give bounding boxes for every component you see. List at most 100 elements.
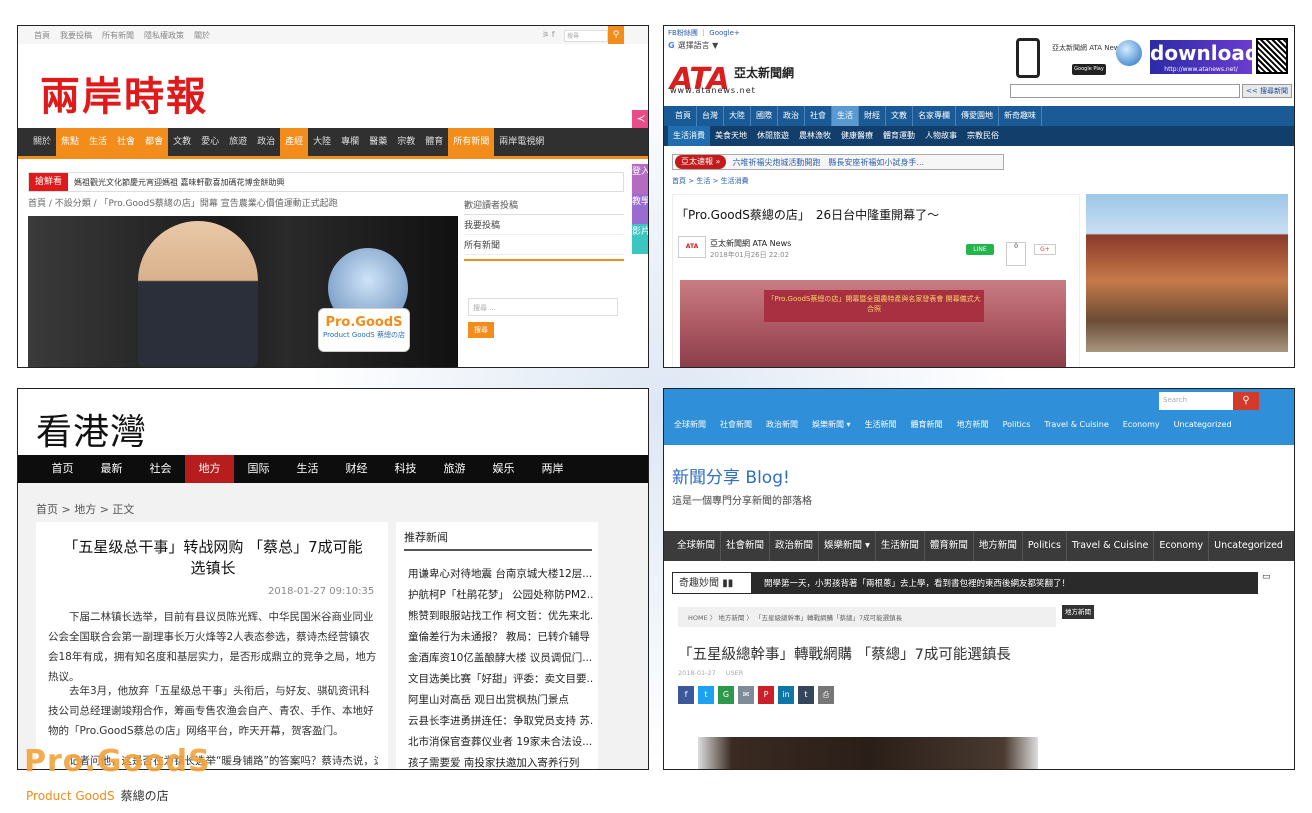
nav-item[interactable]: 政治 <box>252 128 280 156</box>
nav-item[interactable]: 所有新聞 <box>448 128 495 156</box>
subnav-item[interactable]: 健康醫療 <box>836 126 878 146</box>
share-icon[interactable]: ≺ <box>632 110 648 128</box>
sidebar-news-item[interactable]: 阿里山对高岳 观日出赏枫热门景点 <box>408 692 594 707</box>
nav-item[interactable]: 台灣 <box>697 106 724 126</box>
line-share-button[interactable]: LINE <box>966 244 994 255</box>
nav-item[interactable]: 娱乐 <box>479 455 528 483</box>
nav-item[interactable]: 社會 <box>805 106 832 126</box>
sidebar-search-button[interactable]: 搜尋 <box>468 322 494 338</box>
nav-item[interactable]: 關於 <box>28 128 56 156</box>
nav-item[interactable]: 體育 <box>420 128 448 156</box>
nav-item[interactable]: 兩岸電視網 <box>494 128 549 156</box>
top-nav-item[interactable]: Travel & Cuisine <box>1044 420 1108 429</box>
nav-item[interactable]: 最新 <box>87 455 136 483</box>
nav-item[interactable]: 都會 <box>140 128 169 156</box>
nav-item[interactable]: 旅游 <box>430 455 479 483</box>
google-translate[interactable]: G 選擇語言 ▼ <box>668 40 718 51</box>
google-icon[interactable]: G <box>718 686 734 704</box>
nav-item[interactable]: 名家專欄 <box>913 106 956 126</box>
top-nav-item[interactable]: 生活新聞 <box>865 419 897 430</box>
search-icon[interactable]: ⚲ <box>608 26 624 44</box>
pinterest-icon[interactable]: P <box>758 686 774 704</box>
nav-item[interactable]: 旅遊 <box>224 128 252 156</box>
top-link-home[interactable]: 首頁 <box>34 30 50 41</box>
top-link-all-news[interactable]: 所有新聞 <box>102 30 134 41</box>
email-icon[interactable]: ✉ <box>738 686 754 704</box>
top-nav-item[interactable]: 社會新聞 <box>720 419 752 430</box>
ticker-text[interactable]: 開學第一天，小男孩背著「兩根蔥」去上學，看到書包裡的東西後網友都笑翻了！ <box>752 577 1070 589</box>
site-logo[interactable]: 兩岸時報 <box>40 64 208 122</box>
top-nav-item[interactable]: 地方新聞 <box>957 419 989 430</box>
top-link-submit[interactable]: 我要投稿 <box>60 30 92 41</box>
breaking-text[interactable]: 六堆祈福尖炮城活動開跑 縣長安座祈福如小試身手... <box>732 157 924 168</box>
nav-item[interactable]: 生活 <box>84 128 113 156</box>
nav-item[interactable]: 社會 <box>112 128 141 156</box>
ticker-text[interactable]: 媽祖觀光文化節慶元宵迎媽祖 嘉味軒歡喜加碼花博金餅助興 <box>68 177 285 188</box>
nav-item-active[interactable]: 地方 <box>185 455 234 483</box>
top-nav-item[interactable]: Politics <box>1003 420 1031 429</box>
blog-title[interactable]: 新聞分享 Blog! <box>672 463 790 488</box>
nav-item[interactable]: Uncategorized <box>1209 531 1288 561</box>
side-tab-login[interactable]: 登入 <box>632 164 648 194</box>
nav-item[interactable]: 傳愛園地 <box>956 106 999 126</box>
nav-item[interactable]: 文教 <box>886 106 913 126</box>
top-nav-item[interactable]: 全球新聞 <box>674 419 706 430</box>
subnav-item[interactable]: 農林漁牧 <box>794 126 836 146</box>
sidebar-news-item[interactable]: 云县长李进勇拼连任：争取党员支持 苏... <box>408 713 594 728</box>
nav-item[interactable]: 社會新聞 <box>721 531 771 561</box>
nav-item[interactable]: 全球新聞 <box>672 531 722 561</box>
nav-item[interactable]: 政治新聞 <box>770 531 820 561</box>
subnav-item[interactable]: 人物故事 <box>920 126 962 146</box>
print-icon[interactable]: ⎙ <box>818 686 834 704</box>
subnav-item[interactable]: 休閒旅遊 <box>752 126 794 146</box>
nav-item[interactable]: 大陸 <box>308 128 336 156</box>
subnav-item[interactable]: 美食天地 <box>710 126 752 146</box>
nav-item[interactable]: 地方新聞 <box>974 531 1023 561</box>
folder-icon[interactable]: ▭ <box>1262 572 1276 588</box>
nav-item[interactable]: Politics <box>1023 531 1067 561</box>
top-link-privacy[interactable]: 隱私權政策 <box>144 30 184 41</box>
sidebar-search-input[interactable]: 搜尋 ... <box>468 298 618 316</box>
google-play-badge[interactable]: Google Play <box>1072 64 1106 75</box>
top-nav-item[interactable]: 娛樂新聞 ▾ <box>812 419 851 430</box>
sidebar-news-item[interactable]: 文目选美比赛「好甜」评委：卖文目要... <box>408 671 594 686</box>
search-icon[interactable]: ⚲ <box>1233 392 1259 410</box>
sidebar-news-item[interactable]: 北市消保官查葬仪业者 19家未合法设... <box>408 734 594 749</box>
nav-item[interactable]: 两岸 <box>528 455 577 483</box>
sidebar-link-submit[interactable]: 我要投稿 <box>464 215 624 235</box>
sidebar-news-item[interactable]: 金酒库资10亿盖酿酵大楼 议员调侃门... <box>408 650 594 665</box>
nav-item[interactable]: 體育新聞 <box>925 531 974 561</box>
side-photo-temple[interactable] <box>1086 194 1288 352</box>
top-nav-item[interactable]: Economy <box>1123 420 1160 429</box>
top-nav-item[interactable]: 體育新聞 <box>911 419 943 430</box>
nav-item[interactable]: 首頁 <box>670 106 697 126</box>
tumblr-icon[interactable]: t <box>798 686 814 704</box>
subnav-item[interactable]: 體育運動 <box>878 126 920 146</box>
category-tag[interactable]: 地方新聞 <box>1062 605 1094 619</box>
twitter-icon[interactable]: t <box>698 686 714 704</box>
sidebar-news-item[interactable]: 护航柯P「杜鹃花梦」 公园处称防PM2... <box>408 587 594 602</box>
sidebar-link-all-news[interactable]: 所有新聞 <box>464 235 624 255</box>
sidebar-news-item[interactable]: 用谦卑心对待地震 台南京城大楼12层... <box>408 566 594 581</box>
sidebar-news-item[interactable]: 童倫差行为未通报？ 教局：已转介辅导 <box>408 629 594 644</box>
nav-item[interactable]: 社会 <box>136 455 185 483</box>
top-link-about[interactable]: 關於 <box>194 30 210 41</box>
sidebar-news-item[interactable]: 孩子需要爱 南投家扶邀加入寄养行列 <box>408 755 594 769</box>
linkedin-icon[interactable]: in <box>778 686 794 704</box>
google-plus-button[interactable]: G+ <box>1034 244 1056 255</box>
side-tab-tutorial[interactable]: 教學 <box>632 194 648 224</box>
nav-item[interactable]: 醫藥 <box>364 128 392 156</box>
nav-item[interactable]: 焦點 <box>56 128 85 156</box>
nav-item[interactable]: 愛心 <box>196 128 224 156</box>
site-logo[interactable]: 看港灣 <box>36 403 147 455</box>
top-social-links[interactable]: FB粉絲團 ｜ Google+ <box>668 28 740 38</box>
facebook-icon[interactable]: f <box>678 686 694 704</box>
nav-item[interactable]: 財經 <box>859 106 886 126</box>
nav-item[interactable]: 新奇趣味 <box>999 106 1042 126</box>
nav-item[interactable]: 文教 <box>168 128 196 156</box>
nav-item[interactable]: 大陸 <box>724 106 751 126</box>
nav-item[interactable]: 国际 <box>234 455 283 483</box>
top-nav-item[interactable]: 政治新聞 <box>766 419 798 430</box>
search-input[interactable]: 搜尋 <box>564 30 608 42</box>
nav-item[interactable]: 生活新聞 <box>876 531 925 561</box>
